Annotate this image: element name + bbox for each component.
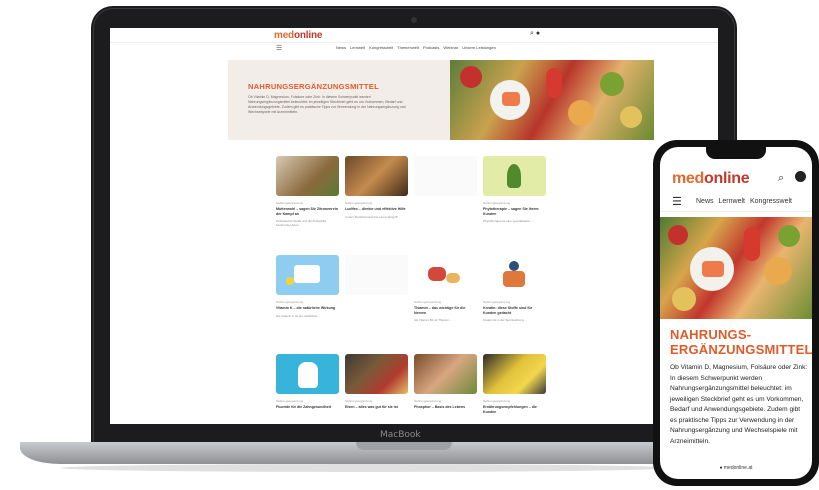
empty-image bbox=[414, 156, 477, 196]
hero-text: Ob Vitamin D, Magnesium, Folsäure oder Z… bbox=[248, 95, 406, 114]
card-text: Probiotische Stoffe und die Probiotika b… bbox=[276, 219, 326, 227]
nav-items: News Lernwelt Kongresswelt Themenwelt Po… bbox=[336, 45, 496, 50]
phone-hero-food-image bbox=[660, 217, 812, 319]
pills-image bbox=[276, 255, 339, 295]
article-card[interactable]: Nahrungsergänzung Kreatin: diese Stoffe … bbox=[483, 255, 546, 345]
nav-item-webinar[interactable]: Webinar bbox=[443, 45, 458, 50]
card-tag: Nahrungsergänzung bbox=[483, 399, 511, 403]
card-title[interactable]: Kreatin: diese Stoffe sind für Kunden ge… bbox=[483, 306, 546, 315]
card-text: Als Vitamin B1 ist Thiamin ... bbox=[414, 318, 453, 322]
plate-image bbox=[414, 354, 477, 394]
hamburger-menu-icon[interactable]: ☰ bbox=[276, 44, 282, 52]
card-tag: Nahrungsergänzung bbox=[414, 300, 442, 304]
card-tag: Nahrungsergänzung bbox=[345, 399, 373, 403]
nav-item-kongresswelt[interactable]: Kongresswelt bbox=[369, 45, 393, 50]
phone-screen: medonline ⌕ ☰ News Lernwelt Kongresswelt… bbox=[660, 147, 812, 479]
article-card[interactable]: Nahrungsergänzung Thiamin – das wichtige… bbox=[414, 255, 477, 345]
empty-image bbox=[345, 255, 408, 295]
card-title[interactable]: Ernährungsempfehlungen – die Kunden bbox=[483, 405, 546, 414]
laptop-screen: medonline ⌕ ● ☰ News Lernwelt Kongresswe… bbox=[110, 28, 718, 424]
card-title[interactable]: Mutterwohl – sagen Sie Zitronenrein der … bbox=[276, 207, 339, 216]
phone-nav: ☰ News Lernwelt Kongresswelt bbox=[660, 195, 812, 212]
phone-nav-items: News Lernwelt Kongresswelt bbox=[696, 198, 792, 205]
card-title[interactable]: Thiamin – das wichtige für die Nerven bbox=[414, 306, 477, 315]
card-text: Die Vitamin K ist ein natürlicher ... bbox=[276, 313, 321, 318]
foodbox-image bbox=[345, 354, 408, 394]
card-tag: Nahrungsergänzung bbox=[345, 201, 373, 205]
card-tag: Nahrungsergänzung bbox=[276, 201, 304, 205]
search-icon[interactable]: ⌕ bbox=[778, 172, 784, 185]
laptop-shadow bbox=[60, 464, 670, 472]
hero-title: NAHRUNGSERGÄNZUNGSMITTEL bbox=[248, 82, 379, 91]
nav-item-news[interactable]: News bbox=[696, 198, 714, 205]
card-tag: Nahrungsergänzung bbox=[276, 399, 304, 403]
card-tag: Nahrungsergänzung bbox=[483, 201, 511, 205]
nav-item-kongresswelt[interactable]: Kongresswelt bbox=[750, 198, 792, 205]
article-card[interactable]: Nahrungsergänzung Eisen – alles was gut … bbox=[345, 354, 408, 424]
logo-part-b: online bbox=[293, 30, 323, 41]
card-tag: Nahrungsergänzung bbox=[276, 300, 304, 304]
nav-item-lernwelt[interactable]: Lernwelt bbox=[719, 198, 745, 205]
user-icon[interactable]: ● bbox=[536, 30, 540, 37]
article-card[interactable]: Nahrungsergänzung Fluoride für die Zahng… bbox=[276, 354, 339, 424]
laptop-notch bbox=[356, 442, 452, 450]
card-title[interactable]: Eisen – alles was gut für sie ist bbox=[345, 405, 408, 410]
logo-part-b: online bbox=[704, 170, 750, 187]
nav-item-themenwelt[interactable]: Themenwelt bbox=[397, 45, 419, 50]
article-card[interactable]: Nahrungsergänzung Phytotherapie – sagen … bbox=[483, 156, 546, 246]
banana-image bbox=[483, 354, 546, 394]
article-card[interactable]: Nahrungsergänzung Ludifex – direkte und … bbox=[345, 156, 408, 246]
article-card[interactable]: Nahrungsergänzung Mutterwohl – sagen Sie… bbox=[276, 156, 339, 246]
card-title[interactable]: Fluoride für die Zahngesundheit bbox=[276, 405, 339, 410]
athlete-image bbox=[483, 255, 546, 295]
search-icon[interactable]: ⌕ bbox=[530, 30, 534, 37]
desktop-nav: ☰ News Lernwelt Kongresswelt Themenwelt … bbox=[110, 43, 718, 53]
card-text: In der Überlebenszeit bei einem Eingriff… bbox=[345, 214, 401, 219]
leaf-image bbox=[483, 156, 546, 196]
logo-part-a: med bbox=[672, 170, 704, 187]
logo-part-a: med bbox=[274, 30, 294, 41]
phone-page-title: NAHRUNGS-ERGÄNZUNGSMITTEL bbox=[670, 327, 812, 357]
site-logo[interactable]: medonline bbox=[274, 30, 322, 41]
desktop-header: medonline ⌕ ● bbox=[110, 28, 718, 43]
camera-icon bbox=[411, 17, 417, 23]
header-icons: ⌕ ● bbox=[530, 30, 540, 38]
card-title[interactable]: Phosphor – Basis des Lebens bbox=[414, 405, 477, 410]
nav-item-news[interactable]: News bbox=[336, 45, 346, 50]
herbs-image bbox=[276, 156, 339, 196]
tooth-image bbox=[276, 354, 339, 394]
nav-item-lernwelt[interactable]: Lernwelt bbox=[350, 45, 365, 50]
card-text: Phytotherapie ist eine spezialisierte ..… bbox=[483, 219, 534, 223]
phone-logo[interactable]: medonline bbox=[672, 170, 750, 188]
user-icon[interactable] bbox=[795, 171, 806, 182]
article-card-placeholder bbox=[345, 255, 408, 345]
phone-url-bar: ● medonline.at bbox=[719, 465, 753, 471]
nav-item-podcasts[interactable]: Podcasts bbox=[423, 45, 439, 50]
laptop-brand: MacBook bbox=[380, 430, 421, 440]
article-card[interactable]: Nahrungsergänzung Ernährungsempfehlungen… bbox=[483, 354, 546, 424]
card-text: Kreatin ist in der Sportnahrung ... bbox=[483, 318, 528, 322]
card-title[interactable]: Ludifex – direkte und effektive Hilfe bbox=[345, 207, 408, 212]
nav-item-leistungen[interactable]: Unsere Leistungen bbox=[462, 45, 496, 50]
cookies-image bbox=[345, 156, 408, 196]
article-card-placeholder bbox=[414, 156, 477, 246]
card-title[interactable]: Phytotherapie – sagen Sie Ihrem Kunden bbox=[483, 207, 546, 216]
hamburger-menu-icon[interactable]: ☰ bbox=[672, 195, 682, 208]
article-card[interactable]: Nahrungsergänzung Phosphor – Basis des L… bbox=[414, 354, 477, 424]
card-tag: Nahrungsergänzung bbox=[414, 399, 442, 403]
article-card[interactable]: Nahrungsergänzung Vitamin K – die natürl… bbox=[276, 255, 339, 345]
phone-intro-text: Ob Vitamin D, Magnesium, Folsäure oder Z… bbox=[670, 364, 808, 445]
hero-banner: NAHRUNGSERGÄNZUNGSMITTEL Ob Vitamin D, M… bbox=[228, 60, 654, 140]
meat-image bbox=[414, 255, 477, 295]
card-title[interactable]: Vitamin K – die natürliche Wirkung bbox=[276, 306, 339, 311]
phone-notch bbox=[706, 147, 766, 159]
card-tag: Nahrungsergänzung bbox=[483, 300, 511, 304]
hero-food-image bbox=[450, 60, 654, 140]
